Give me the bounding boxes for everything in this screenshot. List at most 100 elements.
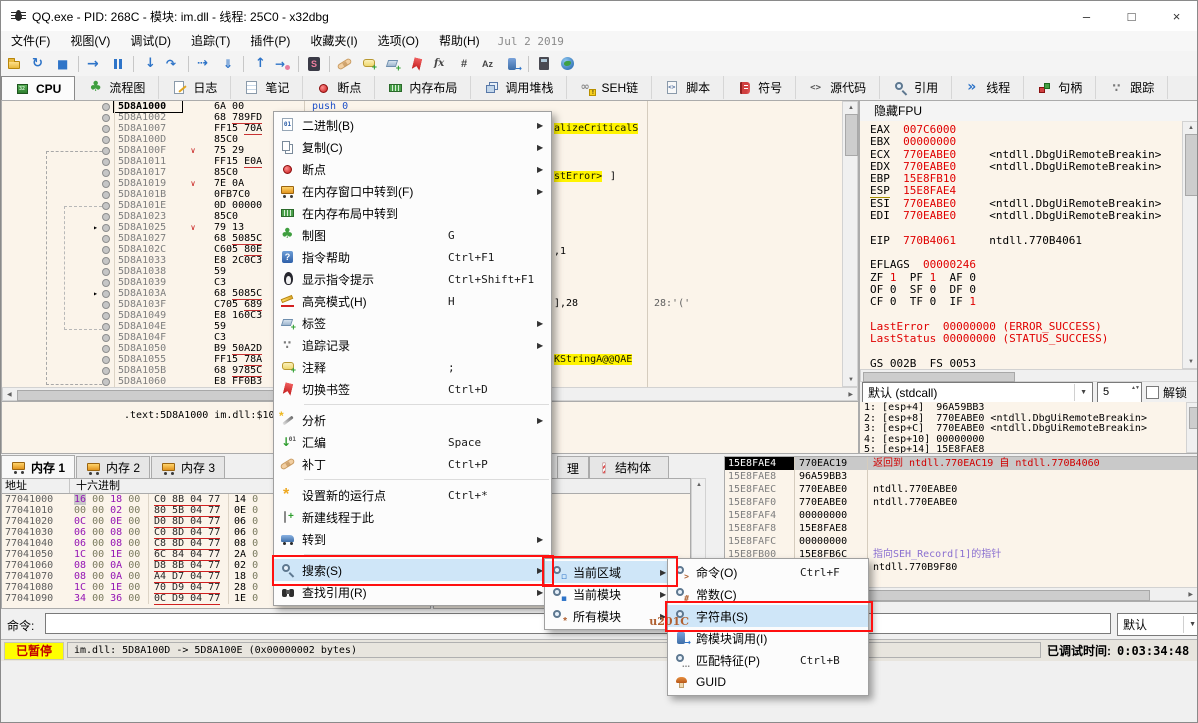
context-menu-item[interactable]: 复制(C) ▶: [274, 136, 551, 158]
breakpoint-gutter[interactable]: [98, 255, 114, 266]
register-line[interactable]: CF 0 TF 0 IF 1: [870, 296, 1182, 308]
submenu-item[interactable]: 当前区域 ▶: [545, 561, 674, 583]
context-menu-item[interactable]: 转到 ▶: [274, 528, 551, 550]
middle-tab-fragment[interactable]: 理: [557, 456, 589, 479]
toolbar-button[interactable]: [192, 53, 216, 75]
context-menu-item[interactable]: 分析 ▶: [274, 409, 551, 431]
view-tab[interactable]: 断点: [303, 76, 375, 99]
submenu-item[interactable]: 匹配特征(P) Ctrl+B: [668, 649, 868, 671]
breakpoint-gutter[interactable]: [98, 332, 114, 343]
toolbar-button[interactable]: [185, 53, 192, 75]
breakpoint-gutter[interactable]: [98, 233, 114, 244]
context-menu-item[interactable]: 显示指令提示 Ctrl+Shift+F1: [274, 268, 551, 290]
view-tab[interactable]: SEH链: [567, 76, 652, 99]
view-tab[interactable]: 内存布局: [375, 76, 471, 99]
toolbar-button[interactable]: [27, 53, 51, 75]
view-tab[interactable]: 线程: [952, 76, 1024, 99]
argument-count-spinner[interactable]: 5: [1097, 382, 1142, 403]
context-menu-item[interactable]: 追踪记录 ▶: [274, 334, 551, 356]
toolbar-button[interactable]: [247, 53, 271, 75]
view-tab[interactable]: 源代码: [796, 76, 880, 99]
breakpoint-gutter[interactable]: [98, 288, 114, 299]
stack-row[interactable]: 15E8FAE8 96A59BB3: [725, 470, 1198, 483]
dump-tab[interactable]: 内存 2: [76, 456, 150, 478]
close-button[interactable]: ×: [1154, 2, 1198, 31]
toolbar-button[interactable]: [137, 53, 161, 75]
maximize-button[interactable]: □: [1109, 2, 1154, 31]
view-tab[interactable]: 流程图: [75, 76, 159, 99]
toolbar-button[interactable]: [240, 53, 247, 75]
context-menu-item[interactable]: [274, 550, 551, 559]
register-line[interactable]: LastStatus 00000000 (STATUS_SUCCESS): [870, 333, 1182, 345]
breakpoint-gutter[interactable]: [98, 277, 114, 288]
breakpoint-gutter[interactable]: [98, 178, 114, 189]
stack-row[interactable]: 15E8FAE4 770EAC19 返回到 ntdll.770EAC19 自 n…: [725, 457, 1198, 470]
context-menu-item[interactable]: 高亮模式(H) H: [274, 290, 551, 312]
stack-arguments-list[interactable]: 1: [esp+4] 96A59BB32: [esp+8] 770EABE0 <…: [860, 402, 1186, 453]
context-menu-item[interactable]: 在内存窗口中转到(F) ▶: [274, 180, 551, 202]
context-menu-item[interactable]: 查找引用(R) ▶: [274, 581, 551, 603]
breakpoint-gutter[interactable]: [98, 222, 114, 233]
breakpoint-gutter[interactable]: [98, 310, 114, 321]
toolbar-button[interactable]: [453, 53, 477, 75]
breakpoint-gutter[interactable]: [98, 123, 114, 134]
arg-line[interactable]: 5: [esp+14] 15E8FAE8: [864, 445, 1186, 453]
struct-tab[interactable]: 结构体: [589, 456, 669, 478]
menubar-item[interactable]: 帮助(H): [429, 34, 490, 48]
context-menu-item[interactable]: 制图 G: [274, 224, 551, 246]
menubar-item[interactable]: 视图(V): [60, 34, 120, 48]
view-tab[interactable]: 脚本: [652, 76, 724, 99]
registers-horizontal-scrollbar[interactable]: [860, 369, 1198, 382]
breakpoint-gutter[interactable]: [98, 321, 114, 332]
view-tab[interactable]: 句柄: [1024, 76, 1096, 99]
breakpoint-gutter[interactable]: [98, 112, 114, 123]
context-menu-item[interactable]: 切换书签 Ctrl+D: [274, 378, 551, 400]
registers-vertical-scrollbar[interactable]: ▲ ▼: [1182, 121, 1198, 369]
dump-tab[interactable]: 内存 1: [1, 455, 75, 478]
menubar-item[interactable]: 选项(O): [368, 34, 429, 48]
toolbar-button[interactable]: [161, 53, 185, 75]
context-menu-item[interactable]: [274, 400, 551, 409]
menubar-item[interactable]: 文件(F): [1, 34, 60, 48]
register-line[interactable]: EDI 770EABE0 <ntdll.DbgUiRemoteBreakin>: [870, 210, 1182, 222]
stack-row[interactable]: 15E8FAF4 00000000: [725, 509, 1198, 522]
register-line[interactable]: GS 002B FS 0053: [870, 358, 1182, 369]
calling-convention-combo[interactable]: 默认 (stdcall)▼: [862, 382, 1093, 403]
minimize-button[interactable]: –: [1064, 2, 1109, 31]
menubar-item[interactable]: 收藏夹(I): [300, 34, 367, 48]
toolbar-button[interactable]: [130, 53, 137, 75]
submenu-item[interactable]: GUID: [668, 671, 868, 693]
breakpoint-gutter[interactable]: [98, 167, 114, 178]
breakpoint-gutter[interactable]: [98, 101, 114, 112]
breakpoint-gutter[interactable]: [98, 343, 114, 354]
context-menu-item[interactable]: 在内存布局中转到: [274, 202, 551, 224]
submenu-item[interactable]: 常数(C): [668, 583, 868, 605]
context-menu-item[interactable]: 补丁 Ctrl+P: [274, 453, 551, 475]
stack-row[interactable]: 15E8FAFC 00000000: [725, 535, 1198, 548]
toolbar-button[interactable]: [357, 53, 381, 75]
context-menu-item[interactable]: 二进制(B) ▶: [274, 114, 551, 136]
stack-row[interactable]: 15E8FAEC 770EABE0 ntdll.770EABE0: [725, 483, 1198, 496]
breakpoint-gutter[interactable]: [98, 299, 114, 310]
toolbar-button[interactable]: [82, 53, 106, 75]
breakpoint-gutter[interactable]: [98, 134, 114, 145]
context-menu-item[interactable]: 指令帮助 Ctrl+F1: [274, 246, 551, 268]
context-menu-item[interactable]: 设置新的运行点 Ctrl+*: [274, 484, 551, 506]
stack-row[interactable]: 15E8FAF8 15E8FAE8: [725, 522, 1198, 535]
view-tab[interactable]: 跟踪: [1096, 76, 1168, 99]
breakpoint-gutter[interactable]: [98, 244, 114, 255]
view-tab[interactable]: CPU: [1, 76, 75, 101]
breakpoint-gutter[interactable]: [98, 354, 114, 365]
hide-fpu-button[interactable]: 隐藏FPU: [860, 101, 1198, 122]
toolbar-button[interactable]: [302, 53, 326, 75]
toolbar-button[interactable]: [51, 53, 75, 75]
toolbar-button[interactable]: [556, 53, 580, 75]
breakpoint-gutter[interactable]: [98, 365, 114, 376]
unlock-checkbox[interactable]: [1146, 386, 1159, 399]
breakpoint-gutter[interactable]: [98, 145, 114, 156]
menubar-item[interactable]: 插件(P): [240, 34, 300, 48]
submenu-item[interactable]: 当前模块 ▶: [545, 583, 674, 605]
toolbar-button[interactable]: [271, 53, 295, 75]
context-menu-item[interactable]: 标签 ▶: [274, 312, 551, 334]
toolbar-button[interactable]: [326, 53, 333, 75]
